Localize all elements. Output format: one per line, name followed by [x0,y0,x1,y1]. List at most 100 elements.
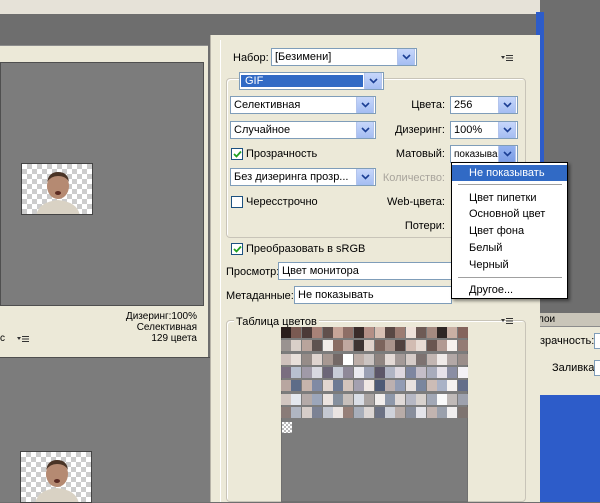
color-swatch[interactable] [395,327,406,338]
color-swatch[interactable] [426,406,437,418]
color-swatch[interactable] [395,366,406,378]
dropdown-item[interactable]: Другое... [452,282,567,298]
preview-select[interactable]: Цвет монитора [278,262,452,280]
color-swatch[interactable] [416,380,427,392]
color-swatch[interactable] [374,393,385,405]
color-reduction-select[interactable]: Селективная [230,96,376,114]
color-swatch[interactable] [343,353,354,365]
color-swatch[interactable] [426,380,437,392]
metadata-select[interactable]: Не показывать [294,286,452,304]
color-swatch[interactable] [457,406,468,418]
color-swatch[interactable] [301,406,312,418]
color-swatch[interactable] [301,393,312,405]
color-swatch[interactable] [301,366,312,378]
color-swatch[interactable] [312,393,323,405]
color-swatch[interactable] [301,340,312,352]
color-swatch[interactable] [426,393,437,405]
color-swatch[interactable] [364,380,375,392]
color-swatch[interactable] [322,406,333,418]
dropdown-item[interactable]: Черный [452,257,567,273]
color-swatch[interactable] [353,327,364,338]
color-swatch[interactable] [312,340,323,352]
color-swatch[interactable] [281,327,291,338]
color-swatch[interactable] [374,327,385,338]
color-swatch[interactable] [447,366,458,378]
color-swatch[interactable] [322,380,333,392]
color-swatch[interactable] [405,380,416,392]
chevron-down-icon[interactable] [498,122,516,138]
color-swatch[interactable] [405,353,416,365]
color-swatch[interactable] [385,393,395,405]
color-swatch[interactable] [333,327,343,338]
color-swatch[interactable] [385,327,395,338]
color-swatch[interactable] [364,393,375,405]
color-swatch[interactable] [364,366,375,378]
color-swatch[interactable] [291,353,302,365]
chevron-down-icon[interactable] [397,49,415,65]
color-swatch[interactable] [374,340,385,352]
color-swatch[interactable] [374,380,385,392]
chevron-down-icon[interactable] [356,97,374,113]
dither-algorithm-select[interactable]: Случайное [230,121,376,139]
color-swatch[interactable] [457,393,468,405]
color-swatch[interactable] [353,380,364,392]
color-swatch[interactable] [395,393,406,405]
color-swatch[interactable] [291,366,302,378]
color-swatch[interactable] [405,327,416,338]
color-swatch[interactable] [312,406,323,418]
color-swatch[interactable] [426,353,437,365]
color-swatch[interactable] [405,366,416,378]
transparency-checkbox[interactable] [231,148,243,160]
color-swatch[interactable] [437,380,447,392]
preset-select[interactable]: [Безимени] [271,48,417,66]
layers-tab[interactable]: лои [536,313,600,327]
layer-selected-row[interactable] [538,395,600,502]
color-swatch[interactable] [416,393,427,405]
color-swatch[interactable] [395,353,406,365]
color-swatch[interactable] [447,393,458,405]
color-swatch[interactable] [426,340,437,352]
color-swatch[interactable] [457,353,468,365]
matte-select[interactable]: показыва [450,145,518,163]
color-swatch[interactable] [333,366,343,378]
color-swatch[interactable] [416,353,427,365]
color-swatch[interactable] [395,406,406,418]
chevron-down-icon[interactable] [498,146,516,162]
color-swatch[interactable] [353,393,364,405]
color-swatch[interactable] [374,366,385,378]
color-swatch[interactable] [364,353,375,365]
color-swatch[interactable] [447,340,458,352]
color-swatch[interactable] [322,353,333,365]
color-swatch[interactable] [343,327,354,338]
color-swatch[interactable] [457,340,468,352]
color-swatch[interactable] [312,366,323,378]
color-swatch[interactable] [301,353,312,365]
dropdown-item[interactable]: Не показывать [452,165,567,181]
color-swatch[interactable] [416,366,427,378]
interlaced-checkbox[interactable] [231,196,243,208]
color-swatch[interactable] [447,353,458,365]
color-swatch[interactable] [457,327,468,338]
panel-menu-icon[interactable] [16,334,30,344]
color-swatch[interactable] [447,406,458,418]
chevron-down-icon[interactable] [498,97,516,113]
dropdown-item[interactable]: Белый [452,240,567,256]
transparency-dither-select[interactable]: Без дизеринга прозр... [230,168,376,186]
transparent-swatch[interactable] [282,422,292,433]
color-swatch[interactable] [333,340,343,352]
color-swatch[interactable] [416,340,427,352]
color-swatch[interactable] [301,380,312,392]
color-swatch[interactable] [385,366,395,378]
color-swatch[interactable] [353,366,364,378]
color-swatch[interactable] [405,340,416,352]
color-swatch[interactable] [291,406,302,418]
color-swatch[interactable] [312,380,323,392]
color-swatch[interactable] [426,366,437,378]
panel-options-icon[interactable] [500,53,514,63]
color-swatch[interactable] [457,380,468,392]
color-swatch[interactable] [333,353,343,365]
color-swatch[interactable] [353,353,364,365]
color-swatch[interactable] [395,340,406,352]
color-swatch[interactable] [437,366,447,378]
color-swatch[interactable] [312,327,323,338]
